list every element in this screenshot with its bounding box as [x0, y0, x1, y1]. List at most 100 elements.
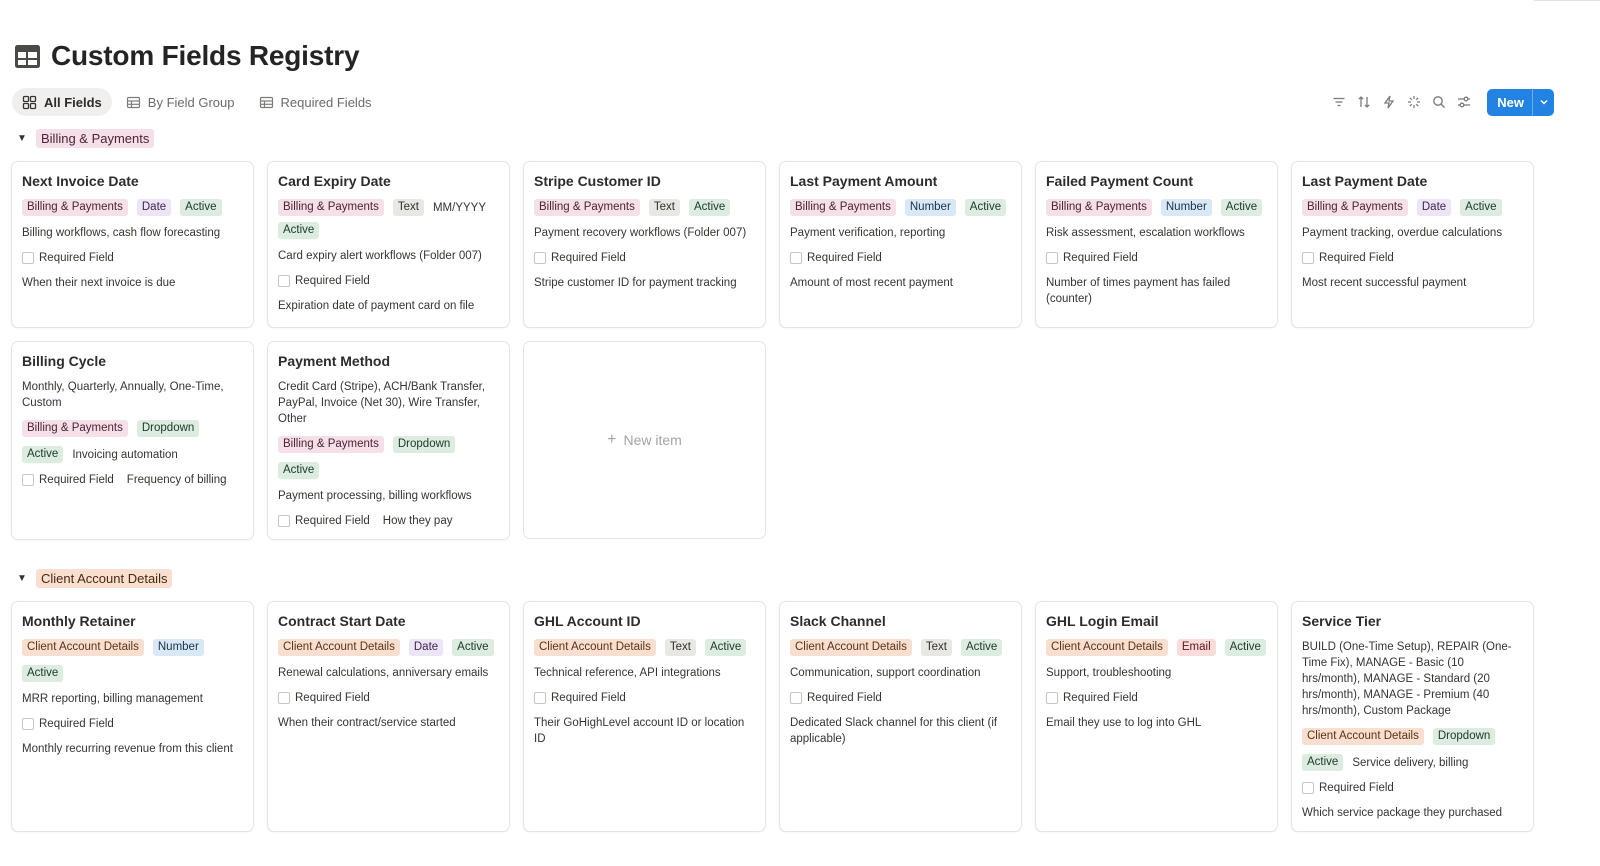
card-card-expiry-date[interactable]: Card Expiry Date Billing & Payments Text…	[267, 161, 510, 328]
type-tag: Date	[408, 639, 444, 656]
usage-text: Risk assessment, escalation workflows	[1046, 227, 1245, 239]
automation-button[interactable]	[1381, 94, 1397, 110]
new-button[interactable]: New	[1487, 88, 1554, 116]
status-tag: Active	[704, 639, 747, 656]
description-text: Dedicated Slack channel for this client …	[790, 717, 998, 745]
card-title: Last Payment Date	[1302, 173, 1428, 189]
type-tag: Number	[1160, 199, 1212, 216]
caret-down-icon[interactable]: ▼	[17, 133, 27, 144]
tab-label: Required Fields	[280, 94, 372, 110]
options-text: Monthly, Quarterly, Annually, One-Time, …	[22, 381, 224, 409]
usage-text: MRR reporting, billing management	[22, 693, 203, 705]
search-button[interactable]	[1431, 94, 1447, 110]
card-next-invoice-date[interactable]: Next Invoice Date Billing & Payments Dat…	[11, 161, 254, 328]
required-label: Required Field	[39, 252, 114, 264]
card-ghl-login-email[interactable]: GHL Login Email Client Account Details E…	[1035, 601, 1278, 832]
description-text: Expiration date of payment card on file	[278, 300, 475, 312]
required-checkbox[interactable]	[22, 718, 34, 730]
type-tag: Date	[136, 199, 172, 216]
required-checkbox[interactable]	[1302, 252, 1314, 264]
usage-text: Service delivery, billing	[1352, 756, 1469, 769]
card-billing-cycle[interactable]: Billing Cycle Monthly, Quarterly, Annual…	[11, 341, 254, 540]
gallery-icon	[22, 95, 37, 109]
card-failed-payment-count[interactable]: Failed Payment Count Billing & Payments …	[1035, 161, 1278, 328]
tab-all-fields[interactable]: All Fields	[12, 88, 112, 116]
group-tag: Billing & Payments	[278, 436, 384, 453]
type-tag: Text	[392, 199, 424, 216]
required-checkbox[interactable]	[278, 515, 290, 527]
type-tag: Text	[920, 639, 952, 656]
usage-text: Invoicing automation	[72, 448, 178, 461]
card-last-payment-date[interactable]: Last Payment Date Billing & Payments Dat…	[1291, 161, 1534, 328]
type-tag: Dropdown	[136, 420, 200, 437]
required-checkbox[interactable]	[534, 252, 546, 264]
card-stripe-customer-id[interactable]: Stripe Customer ID Billing & Payments Te…	[523, 161, 766, 328]
card-monthly-retainer[interactable]: Monthly Retainer Client Account Details …	[11, 601, 254, 832]
group-tag: Client Account Details	[534, 639, 656, 656]
card-service-tier[interactable]: Service Tier BUILD (One-Time Setup), REP…	[1291, 601, 1534, 832]
card-title: Payment Method	[278, 353, 391, 369]
card-title: Stripe Customer ID	[534, 173, 661, 189]
card-title: Service Tier	[1302, 613, 1382, 629]
required-checkbox[interactable]	[790, 252, 802, 264]
required-checkbox[interactable]	[22, 252, 34, 264]
new-item-card[interactable]: + New item	[523, 341, 766, 539]
card-ghl-account-id[interactable]: GHL Account ID Client Account Details Te…	[523, 601, 766, 832]
settings-sliders-icon	[1458, 96, 1471, 108]
required-checkbox[interactable]	[1302, 782, 1314, 794]
tab-label: All Fields	[44, 94, 102, 110]
required-checkbox[interactable]	[790, 692, 802, 704]
status-tag: Active	[960, 639, 1003, 656]
group-tag: Client Account Details	[278, 639, 400, 656]
required-label: Required Field	[807, 692, 882, 704]
group-header-billing[interactable]: ▼ Billing & Payments	[17, 129, 155, 148]
tab-required-fields[interactable]: Required Fields	[249, 88, 382, 116]
status-tag: Active	[22, 665, 64, 682]
required-checkbox[interactable]	[1046, 692, 1058, 704]
required-checkbox[interactable]	[534, 692, 546, 704]
filter-button[interactable]	[1331, 94, 1347, 110]
required-label: Required Field	[1063, 252, 1138, 264]
group-header-client-account[interactable]: ▼ Client Account Details	[17, 569, 173, 588]
page-title: Custom Fields Registry	[51, 40, 360, 71]
new-item-label: New item	[623, 432, 682, 448]
status-tag: Active	[452, 639, 494, 656]
required-checkbox[interactable]	[278, 275, 290, 287]
status-tag: Active	[22, 446, 64, 463]
ai-autofill-button[interactable]	[1406, 94, 1422, 110]
required-label: Required Field	[295, 275, 370, 287]
description-text: When their next invoice is due	[22, 277, 176, 289]
required-label: Required Field	[295, 692, 370, 704]
card-slack-channel[interactable]: Slack Channel Client Account Details Tex…	[779, 601, 1022, 832]
lightning-icon	[1384, 95, 1395, 109]
view-toolbar: All Fields By Field Group Required Field…	[12, 87, 1566, 117]
description-text: Stripe customer ID for payment tracking	[534, 277, 737, 289]
caret-down-icon[interactable]: ▼	[17, 573, 27, 584]
required-label: Required Field	[295, 515, 370, 527]
new-dropdown-button[interactable]	[1532, 88, 1554, 116]
sort-button[interactable]	[1356, 94, 1372, 110]
required-checkbox[interactable]	[278, 692, 290, 704]
card-last-payment-amount[interactable]: Last Payment Amount Billing & Payments N…	[779, 161, 1022, 328]
card-contract-start-date[interactable]: Contract Start Date Client Account Detai…	[267, 601, 510, 832]
status-tag: Active	[1220, 199, 1263, 216]
tab-by-field-group[interactable]: By Field Group	[116, 88, 245, 116]
table-icon	[15, 44, 40, 68]
card-payment-method[interactable]: Payment Method Credit Card (Stripe), ACH…	[267, 341, 510, 540]
table-view-icon	[259, 96, 273, 108]
type-tag: Date	[1416, 199, 1452, 216]
required-checkbox[interactable]	[22, 474, 34, 486]
card-title: Monthly Retainer	[22, 613, 136, 629]
description-text: Frequency of billing	[126, 474, 227, 486]
required-label: Required Field	[1319, 782, 1394, 794]
usage-text: Card expiry alert workflows (Folder 007)	[278, 250, 482, 262]
group-tag: Billing & Payments	[278, 199, 384, 216]
required-checkbox[interactable]	[1046, 252, 1058, 264]
filter-icon	[1333, 97, 1345, 107]
top-divider	[1534, 0, 1600, 1]
view-settings-button[interactable]	[1456, 94, 1472, 110]
required-label: Required Field	[39, 718, 114, 730]
status-tag: Active	[1460, 199, 1502, 216]
required-label: Required Field	[1063, 692, 1138, 704]
sparkle-icon	[1408, 96, 1421, 108]
